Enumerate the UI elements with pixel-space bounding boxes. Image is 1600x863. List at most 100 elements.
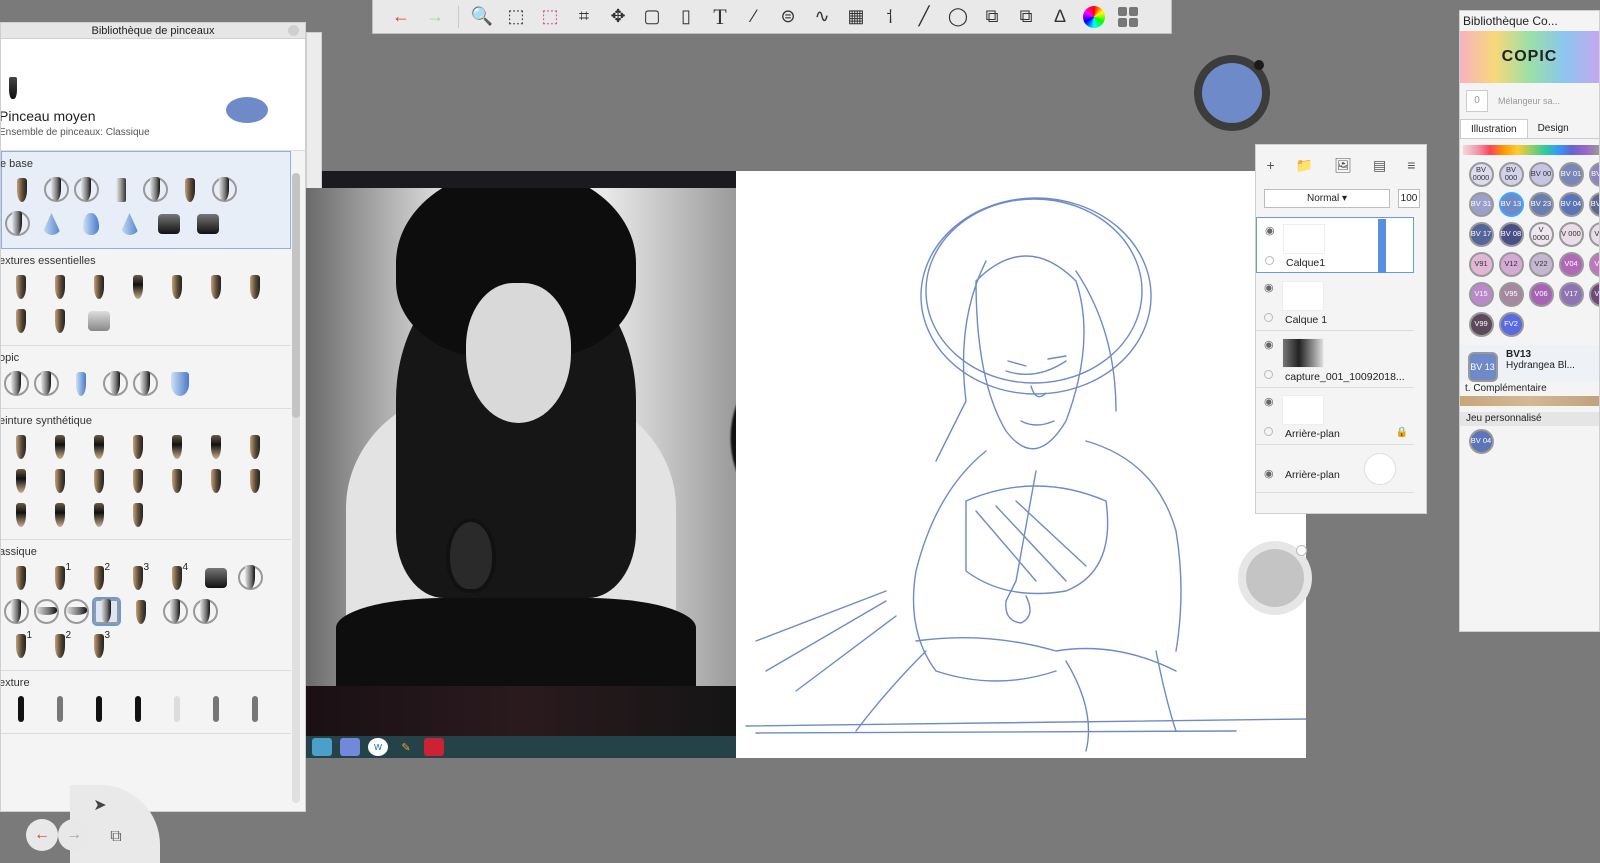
puck-handle[interactable] — [1296, 545, 1307, 556]
brush-item[interactable] — [40, 431, 79, 463]
eye-icon[interactable]: ◉ — [1264, 338, 1274, 351]
copic-pen[interactable]: BV 000 — [1498, 161, 1524, 187]
brush-item[interactable] — [101, 174, 140, 206]
brush-item[interactable] — [235, 431, 274, 463]
brush-item[interactable] — [132, 370, 158, 396]
select-rect-icon[interactable]: ⬚ — [502, 3, 530, 31]
copic-pen[interactable]: V09 — [1588, 281, 1599, 307]
layers-icon[interactable]: ⧉ — [1012, 3, 1040, 31]
brush-item[interactable] — [79, 499, 118, 531]
brush-item[interactable]: 1 — [1, 630, 40, 662]
redo-button[interactable]: → — [58, 819, 90, 851]
brush-item[interactable] — [79, 305, 118, 337]
copic-pen[interactable]: V20 — [1588, 221, 1599, 247]
brush-item[interactable] — [1, 562, 40, 594]
brush-item[interactable]: 3 — [79, 630, 118, 662]
circle-icon[interactable]: ◯ — [944, 3, 972, 31]
eye-icon[interactable]: ◉ — [1264, 467, 1274, 480]
stroke-icon[interactable]: ╱ — [910, 3, 938, 31]
copic-pen[interactable]: BV 11 — [1588, 161, 1599, 187]
color-puck[interactable] — [1194, 55, 1270, 131]
brush-item[interactable] — [1, 431, 40, 463]
puck-handle[interactable] — [1254, 60, 1264, 70]
shape-icon[interactable]: ⧉ — [978, 3, 1006, 31]
brush-item[interactable]: 2 — [79, 562, 118, 594]
lock-toggle[interactable] — [1264, 370, 1273, 379]
layer-item[interactable]: ◉ Arrière-plan 🔒 — [1256, 389, 1414, 445]
brush-item[interactable] — [43, 176, 69, 202]
brush-item[interactable] — [160, 368, 199, 400]
brush-item[interactable] — [102, 370, 128, 396]
current-color-swatch[interactable] — [226, 97, 268, 123]
brush-item[interactable] — [196, 465, 235, 497]
layers-scrollbar[interactable] — [1378, 219, 1386, 273]
brush-item[interactable] — [79, 271, 118, 303]
brush-item[interactable] — [1, 499, 40, 531]
lock-toggle[interactable] — [1264, 313, 1273, 322]
hue-strip[interactable] — [1463, 145, 1599, 155]
clear-layer-icon[interactable]: ▤ — [1373, 157, 1386, 174]
layers-stack-icon[interactable]: ⧉ — [100, 821, 132, 853]
redo-icon[interactable]: → — [421, 3, 449, 31]
brush-item[interactable] — [2, 174, 41, 206]
custom-pen[interactable]: BV 04 — [1468, 428, 1494, 454]
brush-size-puck[interactable] — [1246, 549, 1304, 607]
layer-item[interactable]: ◉ capture_001_10092018... — [1256, 332, 1414, 388]
brush-item[interactable] — [110, 208, 149, 240]
copic-pen[interactable]: V99 — [1468, 311, 1494, 337]
brush-item[interactable] — [3, 598, 29, 624]
brush-item[interactable]: 2 — [40, 630, 79, 662]
copic-pen[interactable]: BV 17 — [1468, 221, 1494, 247]
tab-illustration[interactable]: Illustration — [1460, 119, 1528, 138]
brush-item[interactable] — [121, 596, 160, 628]
copic-pen[interactable]: V17 — [1558, 281, 1584, 307]
brush-item[interactable] — [73, 176, 99, 202]
copic-pen[interactable]: BV 00 — [1528, 161, 1554, 187]
blend-mode-select[interactable]: Normal ▾ — [1264, 189, 1390, 208]
copic-pen[interactable]: V12 — [1498, 251, 1524, 277]
brush-item[interactable] — [196, 271, 235, 303]
undo-icon[interactable]: ← — [387, 3, 415, 31]
brush-item[interactable] — [63, 598, 89, 624]
scrollbar-thumb[interactable] — [292, 173, 300, 418]
brush-item[interactable] — [118, 499, 157, 531]
brush-item[interactable] — [196, 693, 235, 725]
copic-pen[interactable]: FV2 — [1498, 311, 1524, 337]
copic-pen[interactable]: BV 25 — [1588, 191, 1599, 217]
brush-item[interactable] — [33, 370, 59, 396]
padlock-icon[interactable]: 🔒 — [1396, 427, 1408, 438]
brush-item[interactable] — [157, 465, 196, 497]
brush-item[interactable] — [188, 208, 227, 240]
copic-pen[interactable]: V91 — [1468, 251, 1494, 277]
brush-item[interactable] — [118, 465, 157, 497]
layer-item[interactable]: ◉ Calque1 — [1256, 217, 1414, 273]
brush-item[interactable] — [118, 431, 157, 463]
symmetry-icon[interactable]: ⸶ — [876, 3, 904, 31]
background-layer[interactable]: ◉ Arrière-plan — [1256, 447, 1414, 493]
eye-icon[interactable]: ◉ — [1265, 224, 1275, 237]
brush-item[interactable] — [118, 271, 157, 303]
copic-pen[interactable]: BV 31 — [1468, 191, 1494, 217]
brush-item[interactable]: 3 — [118, 562, 157, 594]
copic-pen[interactable]: V06 — [1528, 281, 1554, 307]
copic-pen[interactable]: V 0000 — [1528, 221, 1554, 247]
brush-item[interactable] — [79, 431, 118, 463]
brush-item[interactable] — [40, 271, 79, 303]
brush-item[interactable] — [3, 370, 29, 396]
brush-item[interactable] — [170, 174, 209, 206]
brush-item[interactable] — [32, 208, 71, 240]
brush-item[interactable] — [192, 598, 218, 624]
copic-pen[interactable]: BV 08 — [1498, 221, 1524, 247]
mixer-value[interactable]: 0 — [1466, 90, 1488, 112]
brush-item[interactable] — [211, 176, 237, 202]
brush-item[interactable]: 4 — [157, 562, 196, 594]
brush-item[interactable] — [79, 465, 118, 497]
brush-item[interactable] — [1, 465, 40, 497]
undo-button[interactable]: ← — [26, 819, 58, 851]
text-icon[interactable]: T — [706, 3, 734, 31]
brush-item[interactable] — [1, 305, 40, 337]
tab-design[interactable]: Design — [1528, 119, 1579, 138]
lasso-icon[interactable]: ⬚ — [536, 3, 564, 31]
layer-item[interactable]: ◉ Calque 1 — [1256, 275, 1414, 331]
copic-pen[interactable]: BV 0000 — [1468, 161, 1494, 187]
